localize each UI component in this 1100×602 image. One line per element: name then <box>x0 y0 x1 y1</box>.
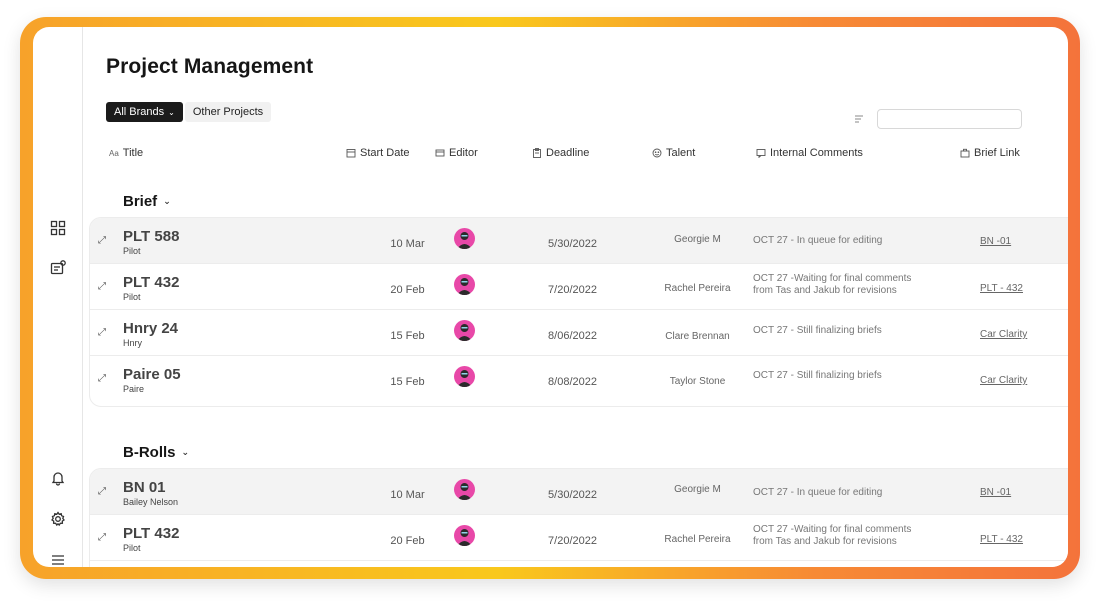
row-title: Paire 05 <box>123 366 181 383</box>
row-title: PLT 432 <box>123 274 180 291</box>
internal-comment: OCT 27 - In queue for editing <box>753 235 883 246</box>
table-row[interactable]: ⤢ Paire 05 Paire 15 Feb 8/08/2022 Taylor… <box>90 356 1068 402</box>
start-date: 15 Feb <box>390 330 425 342</box>
face-icon <box>652 148 662 158</box>
brief-link[interactable]: Car Clarity <box>980 329 1027 340</box>
projects-settings-icon[interactable] <box>49 259 67 277</box>
talent-name: Rachel Pereira <box>664 283 731 294</box>
row-subtitle: Bailey Nelson <box>123 497 179 507</box>
row-title: PLT 588 <box>123 228 180 245</box>
menu-icon[interactable] <box>49 551 67 567</box>
expand-icon[interactable]: ⤢ <box>98 235 106 246</box>
deadline: 5/30/2022 <box>548 238 597 250</box>
column-header-talent[interactable]: Talent <box>652 147 695 159</box>
expand-icon[interactable]: ⤢ <box>98 373 106 384</box>
app-window: Project Management All Brands ⌄ Other Pr… <box>33 27 1068 567</box>
avatar <box>454 479 475 500</box>
talent-name: Taylor Stone <box>669 376 726 387</box>
start-date: 10 Mar <box>390 489 425 501</box>
avatar <box>454 228 475 249</box>
brief-link[interactable]: PLT - 432 <box>980 283 1023 294</box>
internal-comment: OCT 27 - Still finalizing briefs <box>753 325 882 336</box>
avatar <box>454 366 475 387</box>
column-header-start-date[interactable]: Start Date <box>346 147 410 159</box>
chevron-down-icon: ⌄ <box>163 196 171 206</box>
internal-comment: OCT 27 -Waiting for final comments from T… <box>753 524 912 547</box>
internal-comment: OCT 27 - In queue for editing <box>753 487 883 498</box>
brief-link[interactable]: PLT - 432 <box>980 534 1023 545</box>
column-header-deadline[interactable]: Deadline <box>532 147 589 159</box>
all-brands-label: All Brands <box>114 106 165 118</box>
group-brief: ⤢ PLT 588 Pilot 10 Mar 5/30/2022 Georgie… <box>89 217 1068 407</box>
row-title: Hnry 24 <box>123 320 179 337</box>
sidebar <box>33 27 83 567</box>
row-title: PLT 432 <box>123 525 180 542</box>
group-b-rolls: ⤢ BN 01 Bailey Nelson 10 Mar 5/30/2022 G… <box>89 468 1068 567</box>
row-subtitle: Paire <box>123 384 145 394</box>
row-subtitle: Hnry <box>123 338 143 348</box>
start-date: 20 Feb <box>390 284 425 296</box>
avatar <box>454 525 475 546</box>
brief-link[interactable]: BN -01 <box>980 487 1011 498</box>
expand-icon[interactable]: ⤢ <box>98 281 106 292</box>
group-title-b-rolls[interactable]: B-Rolls ⌄ <box>123 444 189 461</box>
table-row[interactable]: ⤢ PLT 432 Pilot 20 Feb 7/20/2022 Rachel … <box>90 264 1068 310</box>
page-title: Project Management <box>106 55 314 78</box>
column-header-editor[interactable]: Editor <box>435 147 478 159</box>
expand-icon[interactable]: ⤢ <box>98 486 106 497</box>
text-type-icon: Aa <box>109 148 119 158</box>
table-row[interactable]: ⤢ PLT 432 Pilot 20 Feb 7/20/2022 Rachel … <box>90 515 1068 561</box>
talent-name: Clare Brennan <box>665 331 730 342</box>
start-date: 10 Mar <box>390 238 425 250</box>
settings-gear-icon[interactable] <box>49 510 67 528</box>
sort-icon[interactable] <box>854 114 864 124</box>
editor-icon <box>435 148 445 158</box>
column-header-internal-comments[interactable]: Internal Comments <box>756 147 863 159</box>
search-input[interactable] <box>877 109 1022 129</box>
talent-name: Georgie M <box>674 484 721 495</box>
talent-name: Rachel Pereira <box>664 534 731 545</box>
all-brands-dropdown[interactable]: All Brands ⌄ <box>106 102 183 122</box>
chevron-down-icon: ⌄ <box>181 447 190 457</box>
deadline: 7/20/2022 <box>548 284 597 296</box>
avatar <box>454 274 475 295</box>
deadline: 7/20/2022 <box>548 535 597 547</box>
chevron-down-icon: ⌄ <box>168 107 175 117</box>
brief-link[interactable]: BN -01 <box>980 236 1011 247</box>
briefcase-icon <box>960 148 970 158</box>
row-subtitle: Pilot <box>123 292 141 302</box>
comment-icon <box>756 148 766 158</box>
talent-name: Georgie M <box>674 234 721 245</box>
filter-tabs: All Brands ⌄ Other Projects <box>106 102 272 122</box>
row-subtitle: Pilot <box>123 543 141 553</box>
expand-icon[interactable]: ⤢ <box>98 532 106 543</box>
table-row[interactable]: ⤢ BN 01 Bailey Nelson 10 Mar 5/30/2022 G… <box>90 469 1068 515</box>
calendar-icon <box>346 148 356 158</box>
expand-icon[interactable]: ⤢ <box>98 327 106 338</box>
deadline: 8/08/2022 <box>548 376 597 388</box>
clipboard-icon <box>532 148 542 158</box>
table-row[interactable]: ⤢ PLT 588 Pilot 10 Mar 5/30/2022 Georgie… <box>90 218 1068 264</box>
brief-link[interactable]: Car Clarity <box>980 375 1027 386</box>
deadline: 8/06/2022 <box>548 330 597 342</box>
other-projects-tab[interactable]: Other Projects <box>184 102 272 122</box>
internal-comment: OCT 27 - Still finalizing briefs <box>753 370 882 381</box>
column-header-brief-link[interactable]: Brief Link <box>960 147 1020 159</box>
deadline: 5/30/2022 <box>548 489 597 501</box>
notification-bell-icon[interactable] <box>49 469 67 487</box>
start-date: 20 Feb <box>390 535 425 547</box>
column-header-title[interactable]: Aa Title <box>109 147 143 159</box>
start-date: 15 Feb <box>390 376 425 388</box>
table-row[interactable]: ⤢ Hnry 24 Hnry 15 Feb 8/06/2022 Clare Br… <box>90 310 1068 356</box>
avatar <box>454 320 475 341</box>
row-subtitle: Pilot <box>123 246 141 256</box>
group-title-brief[interactable]: Brief ⌄ <box>123 193 171 210</box>
row-title: BN 01 <box>123 479 166 496</box>
internal-comment: OCT 27 -Waiting for final comments from T… <box>753 273 912 296</box>
dashboard-grid-icon[interactable] <box>49 219 67 237</box>
